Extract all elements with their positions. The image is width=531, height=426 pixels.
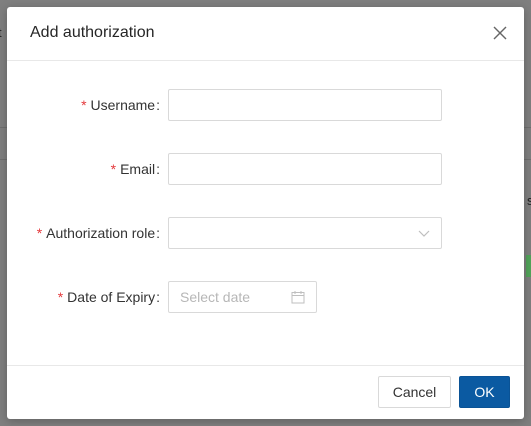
form-row-username: * Username: bbox=[7, 89, 524, 121]
email-label: * Email: bbox=[110, 161, 160, 177]
date-of-expiry-picker[interactable]: Select date bbox=[168, 281, 317, 313]
username-label: * Username: bbox=[81, 97, 160, 113]
background-status-indicator bbox=[526, 255, 531, 277]
cancel-button[interactable]: Cancel bbox=[378, 376, 451, 408]
close-button[interactable] bbox=[490, 23, 510, 43]
required-marker: * bbox=[57, 289, 64, 305]
required-marker: * bbox=[81, 97, 87, 113]
calendar-icon bbox=[291, 291, 305, 304]
dialog-footer: Cancel OK bbox=[7, 365, 524, 420]
date-of-expiry-label: * Date of Expiry: bbox=[57, 289, 160, 305]
date-of-expiry-label-text: Date of Expiry bbox=[67, 289, 156, 305]
email-label-text: Email bbox=[120, 161, 156, 177]
form-row-date-of-expiry: * Date of Expiry: Select date bbox=[7, 281, 524, 313]
chevron-down-icon bbox=[418, 230, 430, 237]
close-icon bbox=[493, 26, 507, 40]
required-marker: * bbox=[110, 161, 117, 177]
username-label-text: Username bbox=[90, 97, 156, 113]
authorization-role-select[interactable] bbox=[168, 217, 442, 249]
username-input[interactable] bbox=[168, 89, 442, 121]
form-row-email: * Email: bbox=[7, 153, 524, 185]
date-placeholder: Select date bbox=[180, 289, 251, 305]
dialog-header: Add authorization bbox=[7, 7, 524, 61]
email-input[interactable] bbox=[168, 153, 442, 185]
form-row-authorization-role: * Authorization role: bbox=[7, 217, 524, 249]
required-marker: * bbox=[36, 225, 43, 241]
ok-button[interactable]: OK bbox=[459, 376, 510, 408]
background-text-fragment: s bbox=[527, 193, 531, 208]
dialog-title: Add authorization bbox=[30, 24, 155, 41]
add-authorization-dialog: Add authorization * Username: * Email: * Au… bbox=[7, 7, 524, 419]
background-text-fragment: t bbox=[0, 25, 2, 40]
authorization-role-label-text: Authorization role bbox=[46, 225, 156, 241]
authorization-role-label: * Authorization role: bbox=[36, 225, 160, 241]
